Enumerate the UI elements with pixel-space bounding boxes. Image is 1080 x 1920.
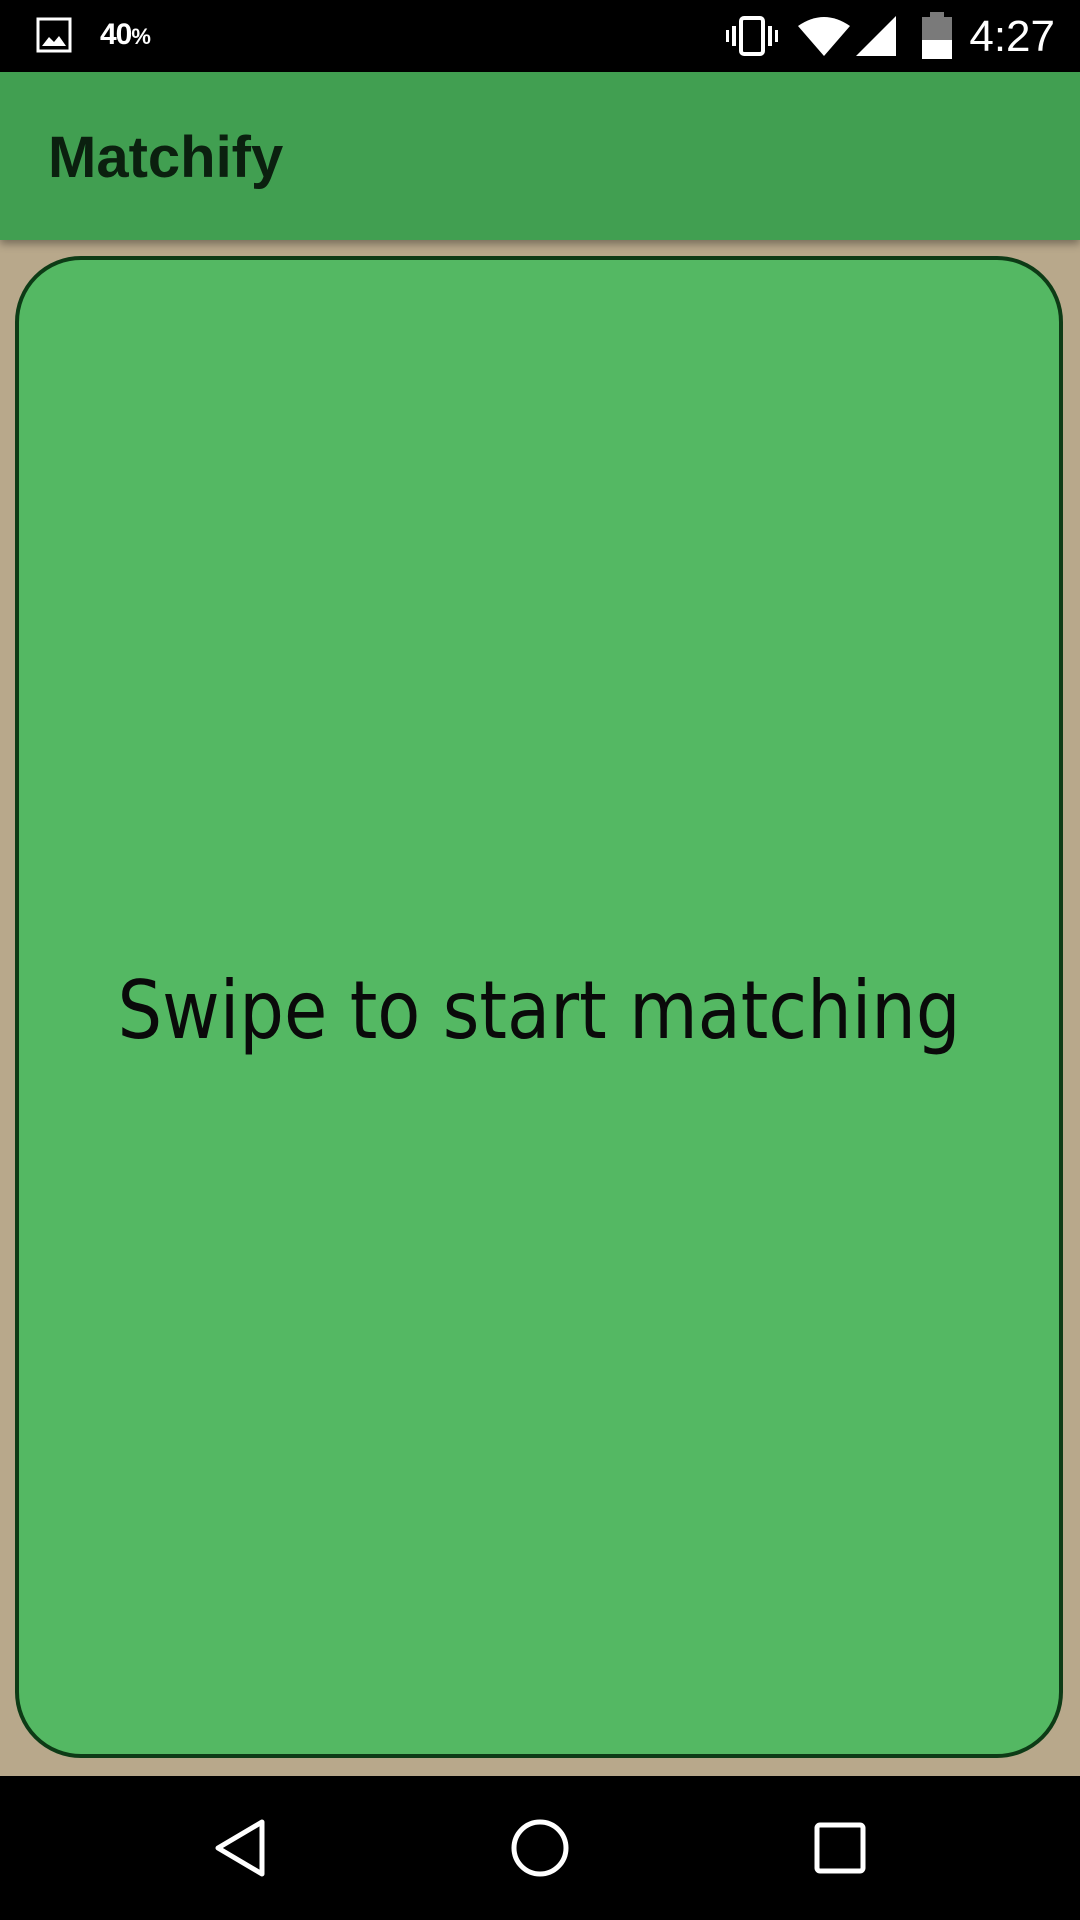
battery-percent-sign: % [131, 24, 151, 49]
home-icon [511, 1819, 569, 1877]
status-bar: 40% 4:27 [0, 0, 1080, 72]
battery-percent-value: 40 [100, 18, 132, 51]
recents-button[interactable] [790, 1798, 890, 1898]
back-icon [215, 1819, 265, 1877]
cell-signal-icon [856, 16, 896, 56]
screen: 40% 4:27 Matchify Swipe to start matchin… [0, 0, 1080, 1920]
app-title: Matchify [48, 125, 284, 190]
home-button[interactable] [490, 1798, 590, 1898]
battery-icon [922, 12, 952, 59]
swipe-prompt: Swipe to start matching [117, 963, 961, 1057]
wifi-icon [798, 17, 850, 56]
swipe-card[interactable]: Swipe to start matching [15, 256, 1063, 1758]
vibrate-icon [726, 16, 778, 56]
app-bar: Matchify [0, 72, 1080, 240]
navigation-bar [0, 1776, 1080, 1920]
back-button[interactable] [190, 1798, 290, 1898]
battery-percent: 40% [100, 18, 151, 52]
recents-icon [814, 1822, 866, 1874]
image-icon [36, 17, 72, 53]
clock: 4:27 [969, 12, 1055, 61]
